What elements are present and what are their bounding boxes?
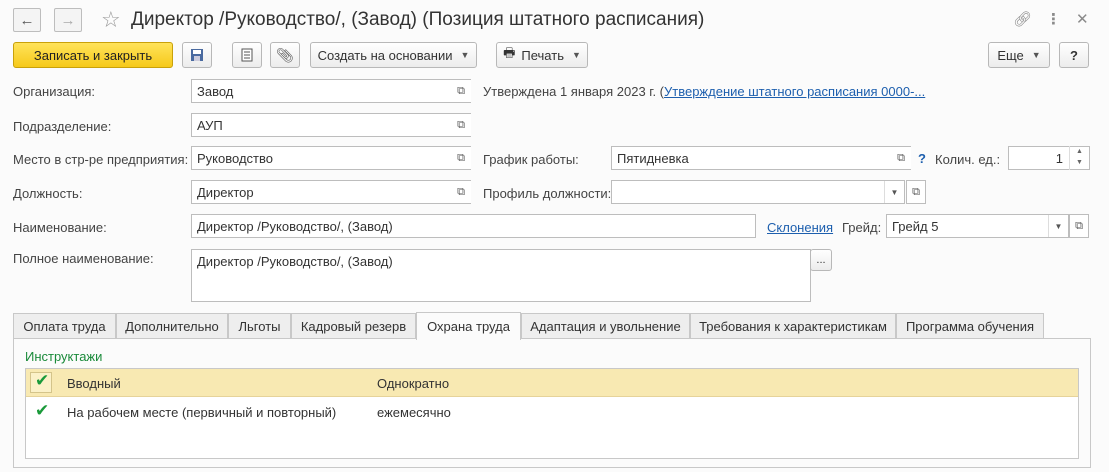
arrow-right-icon: → xyxy=(60,11,76,29)
attach-button[interactable]: 📎︎ xyxy=(270,42,300,68)
open-grade-icon[interactable]: ⧉ xyxy=(1069,214,1089,238)
profile-label: Профиль должности: xyxy=(483,186,612,201)
tab-benefits[interactable]: Льготы xyxy=(228,313,291,339)
grade-field[interactable]: Грейд 5 xyxy=(886,214,1069,238)
link-icon[interactable]: 🔗︎ xyxy=(1013,10,1032,28)
open-profile-icon[interactable]: ⧉ xyxy=(906,180,926,204)
profile-field[interactable] xyxy=(611,180,905,204)
instruction-frequency: ежемесячно xyxy=(377,405,451,420)
chevron-down-icon: ▼ xyxy=(571,50,581,60)
units-label: Колич. ед.: xyxy=(935,152,1001,167)
tab-training-program[interactable]: Программа обучения xyxy=(896,313,1044,339)
place-label: Место в стр-ре предприятия: xyxy=(13,152,189,167)
tab-adaptation-dismissal[interactable]: Адаптация и увольнение xyxy=(521,313,690,339)
full-name-label: Полное наименование: xyxy=(13,251,154,266)
department-label: Подразделение: xyxy=(13,119,112,134)
tab-additional[interactable]: Дополнительно xyxy=(116,313,228,339)
grade-label: Грейд: xyxy=(842,220,882,235)
page-title: Директор /Руководство/, (Завод) (Позиция… xyxy=(131,9,705,30)
department-field[interactable]: АУП xyxy=(191,113,471,137)
organization-field[interactable]: Завод xyxy=(191,79,471,103)
arrow-left-icon: ← xyxy=(19,11,35,29)
full-name-edit-button[interactable]: ... xyxy=(810,249,832,271)
stepper-up-icon[interactable]: ▲ xyxy=(1070,146,1089,157)
name-field[interactable]: Директор /Руководство/, (Завод) xyxy=(191,214,756,238)
more-vertical-icon[interactable]: ⋮ xyxy=(1046,10,1061,28)
tab-requirements[interactable]: Требования к характеристикам xyxy=(690,313,896,339)
units-value: 1 xyxy=(1055,151,1063,166)
declension-link[interactable]: Склонения xyxy=(767,220,833,235)
position-label: Должность: xyxy=(13,186,83,201)
more-button[interactable]: Еще ▼ xyxy=(988,42,1050,68)
organization-value: Завод xyxy=(197,84,234,99)
schedule-label: График работы: xyxy=(483,152,579,167)
full-name-textarea[interactable]: Директор /Руководство/, (Завод) xyxy=(191,249,811,302)
open-place-icon[interactable]: ⧉ xyxy=(451,147,471,169)
create-based-on-label: Создать на основании xyxy=(317,47,453,63)
save-and-close-button[interactable]: Записать и закрыть xyxy=(13,42,173,68)
tab-labor-protection[interactable]: Охрана труда xyxy=(416,312,521,340)
approved-text: Утверждена 1 января 2023 г. ( xyxy=(483,84,664,99)
tab-personnel-reserve[interactable]: Кадровый резерв xyxy=(291,313,416,339)
open-department-icon[interactable]: ⧉ xyxy=(451,114,471,136)
instruction-name: На рабочем месте (первичный и повторный) xyxy=(67,405,337,420)
help-button[interactable]: ? xyxy=(1059,42,1089,68)
organization-label: Организация: xyxy=(13,84,96,99)
department-value: АУП xyxy=(197,118,223,133)
name-label: Наименование: xyxy=(13,220,107,235)
schedule-help-icon[interactable]: ? xyxy=(918,151,926,166)
create-based-on-button[interactable]: Создать на основании ▼ xyxy=(310,42,477,68)
print-label: Печать xyxy=(521,47,564,63)
stepper-down-icon[interactable]: ▼ xyxy=(1070,157,1089,168)
position-value: Директор xyxy=(197,185,254,200)
place-field[interactable]: Руководство xyxy=(191,146,471,170)
open-schedule-icon[interactable]: ⧉ xyxy=(891,147,911,169)
instructions-group-title: Инструктажи xyxy=(25,349,103,364)
schedule-field[interactable]: Пятидневка xyxy=(611,146,911,170)
check-icon[interactable]: ✔ xyxy=(35,401,49,421)
close-icon[interactable]: ✕ xyxy=(1076,10,1089,28)
full-name-value: Директор /Руководство/, (Завод) xyxy=(197,254,393,269)
check-icon: ✔ xyxy=(35,371,50,390)
tab-payment[interactable]: Оплата труда xyxy=(13,313,116,339)
paperclip-icon: 📎︎ xyxy=(276,46,294,63)
back-button[interactable]: ← xyxy=(13,8,41,32)
instruction-name: Вводный xyxy=(67,376,121,391)
instructions-table[interactable]: ✔ Вводный Однократно ✔ На рабочем месте … xyxy=(25,368,1079,459)
printer-icon: 🖶︎ xyxy=(503,45,516,60)
instruction-frequency: Однократно xyxy=(377,376,450,391)
units-stepper[interactable]: ▲ ▼ xyxy=(1069,146,1089,170)
grade-dropdown-icon[interactable]: ▼ xyxy=(1048,215,1068,237)
chevron-down-icon: ▼ xyxy=(1031,50,1041,60)
schedule-value: Пятидневка xyxy=(617,151,689,166)
floppy-disk-icon xyxy=(191,49,203,61)
forward-button[interactable]: → xyxy=(54,8,82,32)
open-position-icon[interactable]: ⧉ xyxy=(451,181,471,203)
approval-document-link[interactable]: Утверждение штатного расписания 0000-... xyxy=(664,84,925,99)
table-row[interactable]: ✔ На рабочем месте (первичный и повторны… xyxy=(26,398,1078,426)
place-value: Руководство xyxy=(197,151,273,166)
save-button[interactable] xyxy=(182,42,212,68)
print-button[interactable]: 🖶︎ Печать ▼ xyxy=(496,42,588,68)
name-value: Директор /Руководство/, (Завод) xyxy=(197,219,393,234)
favorite-star-icon[interactable]: ☆ xyxy=(101,7,121,33)
document-list-button[interactable] xyxy=(232,42,262,68)
list-document-icon xyxy=(241,48,253,62)
approved-prefix: Утверждена 1 января 2023 г. ( xyxy=(483,84,664,99)
open-organization-icon[interactable]: ⧉ xyxy=(451,80,471,102)
chevron-down-icon: ▼ xyxy=(460,50,470,60)
more-label: Еще xyxy=(997,47,1024,63)
table-row[interactable]: ✔ Вводный Однократно xyxy=(26,369,1078,397)
position-field[interactable]: Директор xyxy=(191,180,471,204)
grade-value: Грейд 5 xyxy=(892,219,939,234)
profile-dropdown-icon[interactable]: ▼ xyxy=(884,181,904,203)
